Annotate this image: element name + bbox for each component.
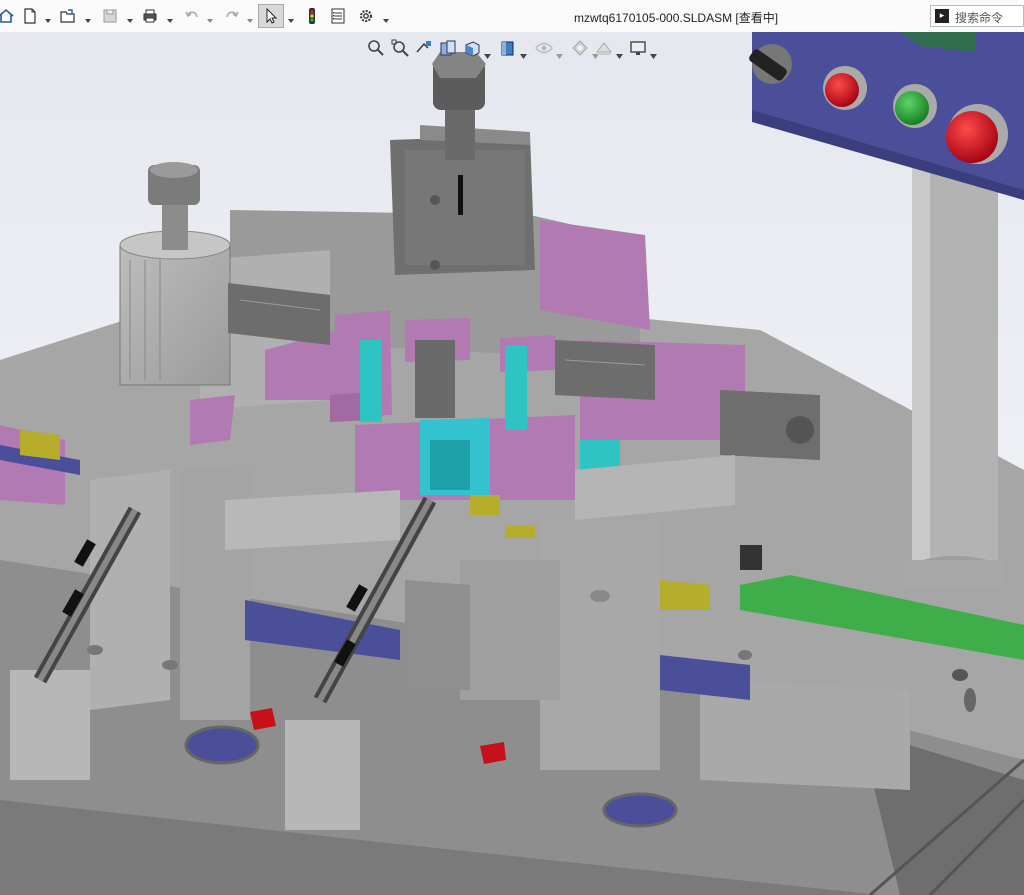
print-icon[interactable] xyxy=(138,4,162,28)
view-settings-dropdown-chevron-icon[interactable] xyxy=(650,45,657,59)
rebuild-traffic-light-icon[interactable] xyxy=(300,4,324,28)
new-document-icon[interactable] xyxy=(18,4,42,28)
red-push-button[interactable] xyxy=(823,66,867,110)
open-dropdown-chevron-icon[interactable] xyxy=(84,10,92,23)
small-center-cylinder[interactable] xyxy=(415,340,455,418)
select-dropdown-chevron-icon[interactable] xyxy=(287,10,295,23)
undo-icon[interactable] xyxy=(180,4,204,28)
view-orientation-icon[interactable] xyxy=(462,38,482,58)
zoom-to-area-icon[interactable] xyxy=(390,38,410,58)
edit-appearance-icon[interactable] xyxy=(570,38,590,58)
section-view-icon[interactable] xyxy=(438,38,458,58)
search-commands-input[interactable]: ▸ 搜索命令 xyxy=(930,5,1024,27)
redo-icon[interactable] xyxy=(220,4,244,28)
assembly-model-view[interactable] xyxy=(0,32,1024,895)
redo-dropdown-chevron-icon[interactable] xyxy=(246,10,254,23)
previous-view-icon[interactable] xyxy=(414,38,434,58)
home-icon[interactable] xyxy=(0,4,18,28)
hide-show-dropdown-chevron-icon[interactable] xyxy=(556,45,563,59)
print-dropdown-chevron-icon[interactable] xyxy=(166,10,174,23)
command-prompt-icon: ▸ xyxy=(935,9,949,23)
select-pointer-icon[interactable] xyxy=(258,4,284,28)
heads-up-view-toolbar xyxy=(360,36,660,62)
display-style-dropdown-chevron-icon[interactable] xyxy=(520,45,527,59)
green-push-button[interactable] xyxy=(893,84,937,128)
zoom-to-fit-icon[interactable] xyxy=(366,38,386,58)
view-orientation-dropdown-chevron-icon[interactable] xyxy=(484,45,491,59)
apply-scene-dropdown-chevron-icon[interactable] xyxy=(616,45,623,59)
save-dropdown-chevron-icon[interactable] xyxy=(126,10,134,23)
search-placeholder: 搜索命令 xyxy=(955,11,1004,25)
new-dropdown-chevron-icon[interactable] xyxy=(44,10,52,23)
undo-dropdown-chevron-icon[interactable] xyxy=(206,10,214,23)
right-slide-cylinder[interactable] xyxy=(720,390,820,460)
display-style-icon[interactable] xyxy=(498,38,518,58)
view-settings-icon[interactable] xyxy=(628,38,648,58)
open-folder-icon[interactable] xyxy=(56,4,80,28)
file-properties-icon[interactable] xyxy=(326,4,350,28)
graphics-area[interactable] xyxy=(0,32,1024,895)
apply-scene-icon[interactable] xyxy=(594,38,614,58)
options-dropdown-chevron-icon[interactable] xyxy=(382,10,390,23)
document-title: mzwtq6170105-000.SLDASM [查看中] xyxy=(574,11,779,25)
title-bar: mzwtq6170105-000.SLDASM [查看中] ▸ 搜索命令 xyxy=(0,0,1024,33)
control-panel-post[interactable] xyxy=(905,150,1005,588)
options-gear-icon[interactable] xyxy=(354,4,378,28)
small-slide-cylinder-right[interactable] xyxy=(555,340,655,400)
save-icon[interactable] xyxy=(98,4,122,28)
hide-show-items-icon[interactable] xyxy=(534,38,554,58)
